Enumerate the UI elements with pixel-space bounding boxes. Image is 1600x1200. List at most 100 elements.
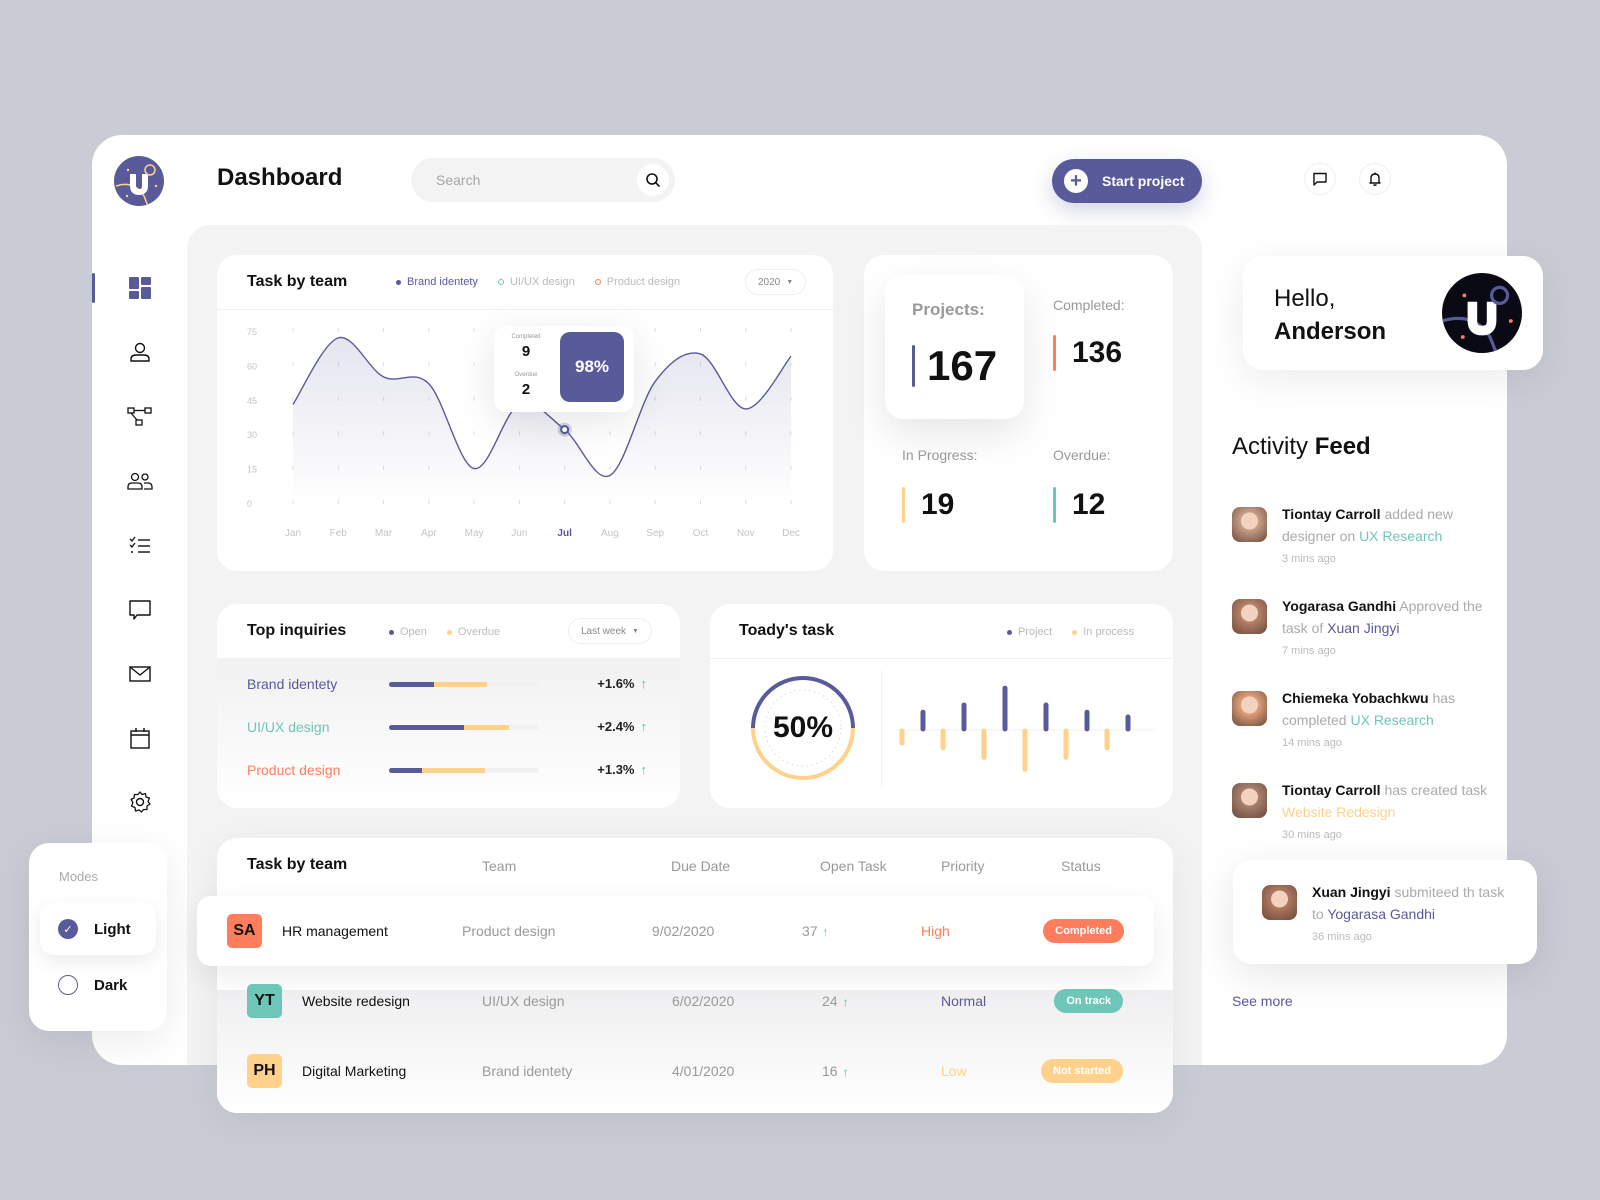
notifications-button[interactable] [1359, 163, 1391, 195]
column-header-team[interactable]: Team [482, 858, 516, 874]
highlight-point[interactable] [560, 425, 570, 435]
feed-target-link[interactable]: UX Research [1350, 712, 1433, 728]
tooltip-percent: 98% [560, 332, 624, 402]
feed-target-link[interactable]: Website Redesign [1282, 804, 1395, 820]
sidebar-item-settings[interactable] [92, 782, 187, 822]
feed-user-name[interactable]: Yogarasa Gandhi [1282, 598, 1396, 614]
sidebar-item-workflow[interactable] [92, 397, 187, 437]
sidebar-item-team[interactable] [92, 461, 187, 501]
in-progress-label: In Progress: [902, 447, 978, 463]
feed-text: Chiemeka Yobachkwu has completed UX Rese… [1282, 687, 1492, 731]
modes-panel: Modes ✓ Light Dark [29, 843, 167, 1031]
table-row[interactable]: PH Digital Marketing Brand identety 4/01/20… [217, 1036, 1153, 1106]
feed-text: Tiontay Carroll added new designer on UX… [1282, 503, 1492, 547]
period-select[interactable]: Last week ▼ [568, 618, 652, 644]
inquiry-change-value: +1.3% [597, 762, 635, 777]
feed-target-link[interactable]: UX Research [1359, 528, 1442, 544]
sidebar-item-calendar[interactable] [92, 718, 187, 758]
search-button[interactable] [637, 164, 669, 196]
inquiry-row[interactable]: UI/UX design +2.4% ↑ [217, 707, 677, 747]
feed-user-avatar[interactable] [1232, 599, 1267, 634]
x-tick-label[interactable]: Apr [421, 528, 437, 539]
logo-icon [115, 164, 158, 206]
table-row[interactable]: SA HR management Product design 9/02/2020 37… [197, 896, 1154, 966]
sidebar-item-dashboard[interactable] [92, 268, 187, 308]
row-avatar: YT [247, 984, 282, 1018]
table-row[interactable]: YT Website redesign UI/UX design 6/02/2020 2… [217, 966, 1153, 1036]
x-tick-label[interactable]: Aug [601, 528, 619, 539]
x-tick-label[interactable]: Dec [782, 528, 800, 539]
user-avatar[interactable] [1442, 273, 1522, 353]
projects-stat-box[interactable]: Projects: 167 [885, 275, 1024, 419]
modes-title: Modes [59, 869, 99, 884]
plus-icon: + [1064, 169, 1088, 193]
status-badge: Completed [1043, 919, 1124, 943]
in-progress-value: 19 [921, 488, 955, 521]
feed-target-link[interactable]: Xuan Jingyi [1327, 620, 1399, 636]
feed-title-bold: Feed [1314, 433, 1371, 460]
search-input[interactable] [436, 172, 626, 188]
row-open-task-value: 24 [822, 993, 838, 1009]
x-tick-label[interactable]: Feb [330, 528, 348, 539]
legend-in-process-label: In process [1083, 626, 1134, 638]
bar-chart [895, 685, 1155, 772]
inquiry-progress-track [389, 725, 539, 730]
start-project-button[interactable]: + Start project [1052, 159, 1202, 203]
caret-down-icon: ▼ [632, 627, 639, 635]
x-tick-label[interactable]: Oct [693, 528, 709, 539]
legend-overdue[interactable]: Overdue [446, 626, 500, 638]
feed-user-name[interactable]: Tiontay Carroll [1282, 782, 1381, 798]
sidebar-item-mail[interactable] [92, 654, 187, 694]
x-tick-label[interactable]: May [465, 528, 484, 539]
stats-card: Projects: 167 Completed: 136 In Progress… [864, 255, 1173, 571]
app-logo[interactable] [114, 156, 164, 206]
row-open-task: 24 ↑ [822, 993, 849, 1009]
feed-user-avatar[interactable] [1262, 885, 1297, 920]
inquiry-row[interactable]: Brand identety +1.6% ↑ [217, 664, 677, 704]
x-tick-label[interactable]: Jan [285, 528, 301, 539]
mode-option-dark[interactable]: Dark [58, 975, 127, 995]
x-tick-label[interactable]: Nov [737, 528, 755, 539]
column-header-status[interactable]: Status [1061, 858, 1101, 874]
x-tick-label[interactable]: Jun [511, 528, 527, 539]
column-header-priority[interactable]: Priority [941, 858, 985, 874]
inquiry-name: Brand identety [247, 676, 338, 692]
x-tick-label[interactable]: Mar [375, 528, 393, 539]
x-tick-label[interactable]: Sep [646, 528, 664, 539]
projects-value: 167 [927, 342, 998, 389]
inquiry-row[interactable]: Product design +1.3% ↑ [217, 750, 677, 790]
divider [710, 658, 1173, 659]
legend-project-label: Project [1018, 626, 1053, 638]
x-tick-label[interactable]: Jul [557, 528, 572, 539]
column-header-due-date[interactable]: Due Date [671, 858, 730, 874]
feed-user-name[interactable]: Xuan Jingyi [1312, 884, 1391, 900]
legend-open[interactable]: Open [389, 626, 427, 638]
status-badge: Not started [1040, 1059, 1123, 1083]
see-more-link[interactable]: See more [1232, 993, 1293, 1009]
inquiry-open-bar [389, 768, 422, 773]
legend-project[interactable]: Project [1007, 626, 1052, 638]
status-badge: On track [1054, 989, 1123, 1013]
feed-action: has created task [1384, 782, 1488, 798]
feed-time: 7 mins ago [1282, 645, 1336, 657]
feed-text: Yogarasa Gandhi Approved the task of Xua… [1282, 595, 1492, 639]
feed-user-name[interactable]: Tiontay Carroll [1282, 506, 1381, 522]
sidebar-item-messages[interactable] [92, 590, 187, 630]
feed-user-avatar[interactable] [1232, 507, 1267, 542]
today-task-card: Toady's task Project In process 50% [710, 604, 1173, 808]
feed-target-link[interactable]: Yogarasa Gandhi [1327, 906, 1435, 922]
mode-option-light[interactable]: ✓ Light [40, 903, 156, 955]
tooltip-completed-label: Completed [511, 334, 541, 340]
row-due-date: 9/02/2020 [652, 923, 715, 939]
messages-button[interactable] [1304, 163, 1336, 195]
feed-user-name[interactable]: Chiemeka Yobachkwu [1282, 690, 1429, 706]
feed-user-avatar[interactable] [1232, 783, 1267, 818]
page-title: Dashboard [217, 164, 343, 191]
legend-in-process[interactable]: In process [1072, 626, 1134, 638]
tooltip-overdue-value: 2 [521, 381, 531, 398]
feed-user-avatar[interactable] [1232, 691, 1267, 726]
row-due-date: 6/02/2020 [672, 993, 735, 1009]
sidebar-item-profile[interactable] [92, 332, 187, 372]
sidebar-item-tasks[interactable] [92, 526, 187, 566]
column-header-open-task[interactable]: Open Task [820, 858, 887, 874]
